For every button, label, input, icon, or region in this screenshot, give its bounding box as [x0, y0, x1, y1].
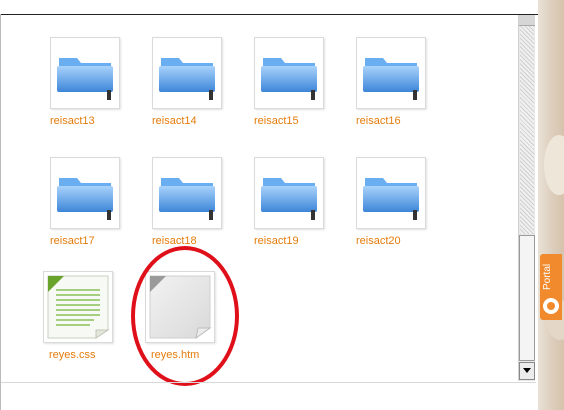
css-file-icon — [43, 271, 113, 343]
portal-tab-label: Portal — [542, 263, 553, 291]
file-item-reisact18[interactable]: reisact18 — [152, 157, 232, 267]
file-item-reisact13[interactable]: reisact13 — [50, 37, 130, 147]
file-label: reisact19 — [254, 235, 299, 247]
file-browser-grid: reisact13 reisact14 reisact15 reisact16 … — [1, 15, 517, 379]
folder-icon — [152, 37, 222, 109]
panel-divider — [1, 382, 536, 383]
folder-icon — [152, 157, 222, 229]
portal-side-tab[interactable]: Portal — [540, 254, 562, 320]
file-label: reisact16 — [356, 115, 401, 127]
file-label: reisact14 — [152, 115, 197, 127]
folder-icon — [356, 157, 426, 229]
vertical-scrollbar[interactable] — [518, 15, 535, 381]
folder-icon — [50, 37, 120, 109]
file-label: reyes.css — [49, 349, 96, 361]
folder-icon — [254, 37, 324, 109]
htm-file-icon — [145, 271, 215, 343]
portal-icon — [543, 298, 559, 314]
scroll-up-button[interactable] — [519, 15, 535, 26]
folder-icon — [356, 37, 426, 109]
decorative-shape — [544, 135, 564, 195]
chevron-down-icon — [523, 368, 531, 373]
scroll-thumb[interactable] — [519, 235, 535, 361]
file-label: reyes.htm — [151, 349, 200, 361]
file-item-reisact17[interactable]: reisact17 — [50, 157, 130, 267]
folder-icon — [50, 157, 120, 229]
file-label: reisact20 — [356, 235, 401, 247]
file-item-reisact14[interactable]: reisact14 — [152, 37, 232, 147]
file-label: reisact15 — [254, 115, 299, 127]
file-label: reisact17 — [50, 235, 95, 247]
folder-icon — [254, 157, 324, 229]
file-label: reisact18 — [152, 235, 197, 247]
file-label: reisact13 — [50, 115, 95, 127]
file-item-reisact19[interactable]: reisact19 — [254, 157, 334, 267]
scroll-down-button[interactable] — [519, 362, 535, 380]
file-item-reyes-htm[interactable]: reyes.htm — [145, 271, 225, 379]
scroll-track[interactable] — [520, 26, 534, 234]
file-item-reisact16[interactable]: reisact16 — [356, 37, 436, 147]
file-item-reisact15[interactable]: reisact15 — [254, 37, 334, 147]
file-item-reisact20[interactable]: reisact20 — [356, 157, 436, 267]
background-page-strip — [538, 0, 564, 410]
file-item-reyes-css[interactable]: reyes.css — [43, 271, 123, 379]
